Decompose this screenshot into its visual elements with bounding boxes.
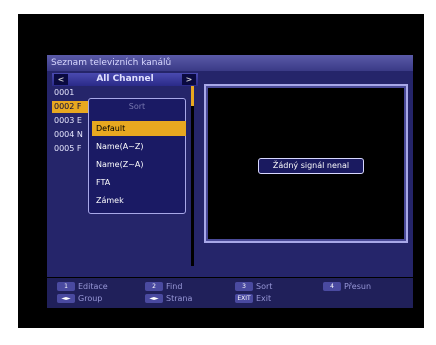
sort-popup: Sort Default Name(A~Z) Name(Z~A) FTA Zám…	[88, 98, 186, 214]
footer-key-legend: 1 Editace 2 Find 3 Sort 4 Přesun ◄► Group ◄► S…	[47, 278, 413, 308]
page-arrows-icon: ◄►	[145, 294, 163, 303]
sort-option-fta[interactable]: FTA	[92, 175, 186, 190]
key-find[interactable]: 2 Find	[145, 282, 182, 292]
sort-option-name-desc[interactable]: Name(Z~A)	[92, 157, 186, 172]
sort-popup-title: Sort	[128, 102, 146, 111]
channel-number: 0004	[54, 130, 75, 139]
channel-name: E	[76, 116, 82, 125]
channel-group-header[interactable]: < All Channel >	[52, 73, 198, 86]
key-label: Editace	[78, 282, 108, 291]
left-right-arrows-icon: ◄►	[57, 294, 75, 303]
video-preview: Žádný signál nenal	[204, 84, 408, 243]
key-label: Strana	[166, 294, 193, 303]
channel-number: 0005	[54, 144, 75, 153]
key-sort[interactable]: 3 Sort	[235, 282, 272, 292]
exit-key-icon: EXIT	[235, 294, 253, 303]
channel-list-scrollbar[interactable]	[191, 86, 194, 266]
channel-number: 0003	[54, 116, 75, 125]
blue-key-icon: 4	[323, 282, 341, 291]
key-exit[interactable]: EXIT Exit	[235, 294, 271, 304]
channel-number: 0002	[54, 102, 75, 111]
channel-row[interactable]: 0002 F	[52, 101, 92, 113]
key-label: Group	[78, 294, 103, 303]
key-presun[interactable]: 4 Přesun	[323, 282, 371, 292]
scrollbar-thumb[interactable]	[191, 86, 194, 106]
channel-number: 0001	[54, 88, 75, 97]
key-group[interactable]: ◄► Group	[57, 294, 102, 304]
key-label: Sort	[256, 282, 273, 291]
channel-name: F	[76, 144, 82, 153]
yellow-key-icon: 3	[235, 282, 253, 291]
channel-name: F	[76, 102, 82, 111]
sort-option-default[interactable]: Default	[92, 121, 186, 136]
sort-option-lock[interactable]: Zámek	[92, 193, 186, 208]
key-editace[interactable]: 1 Editace	[57, 282, 108, 292]
key-label: Exit	[256, 294, 272, 303]
key-label: Find	[166, 282, 183, 291]
no-signal-message: Žádný signál nenal	[258, 158, 364, 174]
key-strana[interactable]: ◄► Strana	[145, 294, 192, 304]
title-text: Seznam televizních kanálů	[51, 58, 172, 68]
sort-option-name-asc[interactable]: Name(A~Z)	[92, 139, 186, 154]
chevron-left-icon[interactable]: <	[54, 74, 68, 85]
chevron-right-icon[interactable]: >	[182, 74, 196, 85]
channel-name: N	[76, 130, 83, 139]
green-key-icon: 2	[145, 282, 163, 291]
red-key-icon: 1	[57, 282, 75, 291]
key-label: Přesun	[344, 282, 372, 291]
group-label: All Channel	[96, 74, 154, 84]
window-title: Seznam televizních kanálů	[47, 55, 413, 71]
